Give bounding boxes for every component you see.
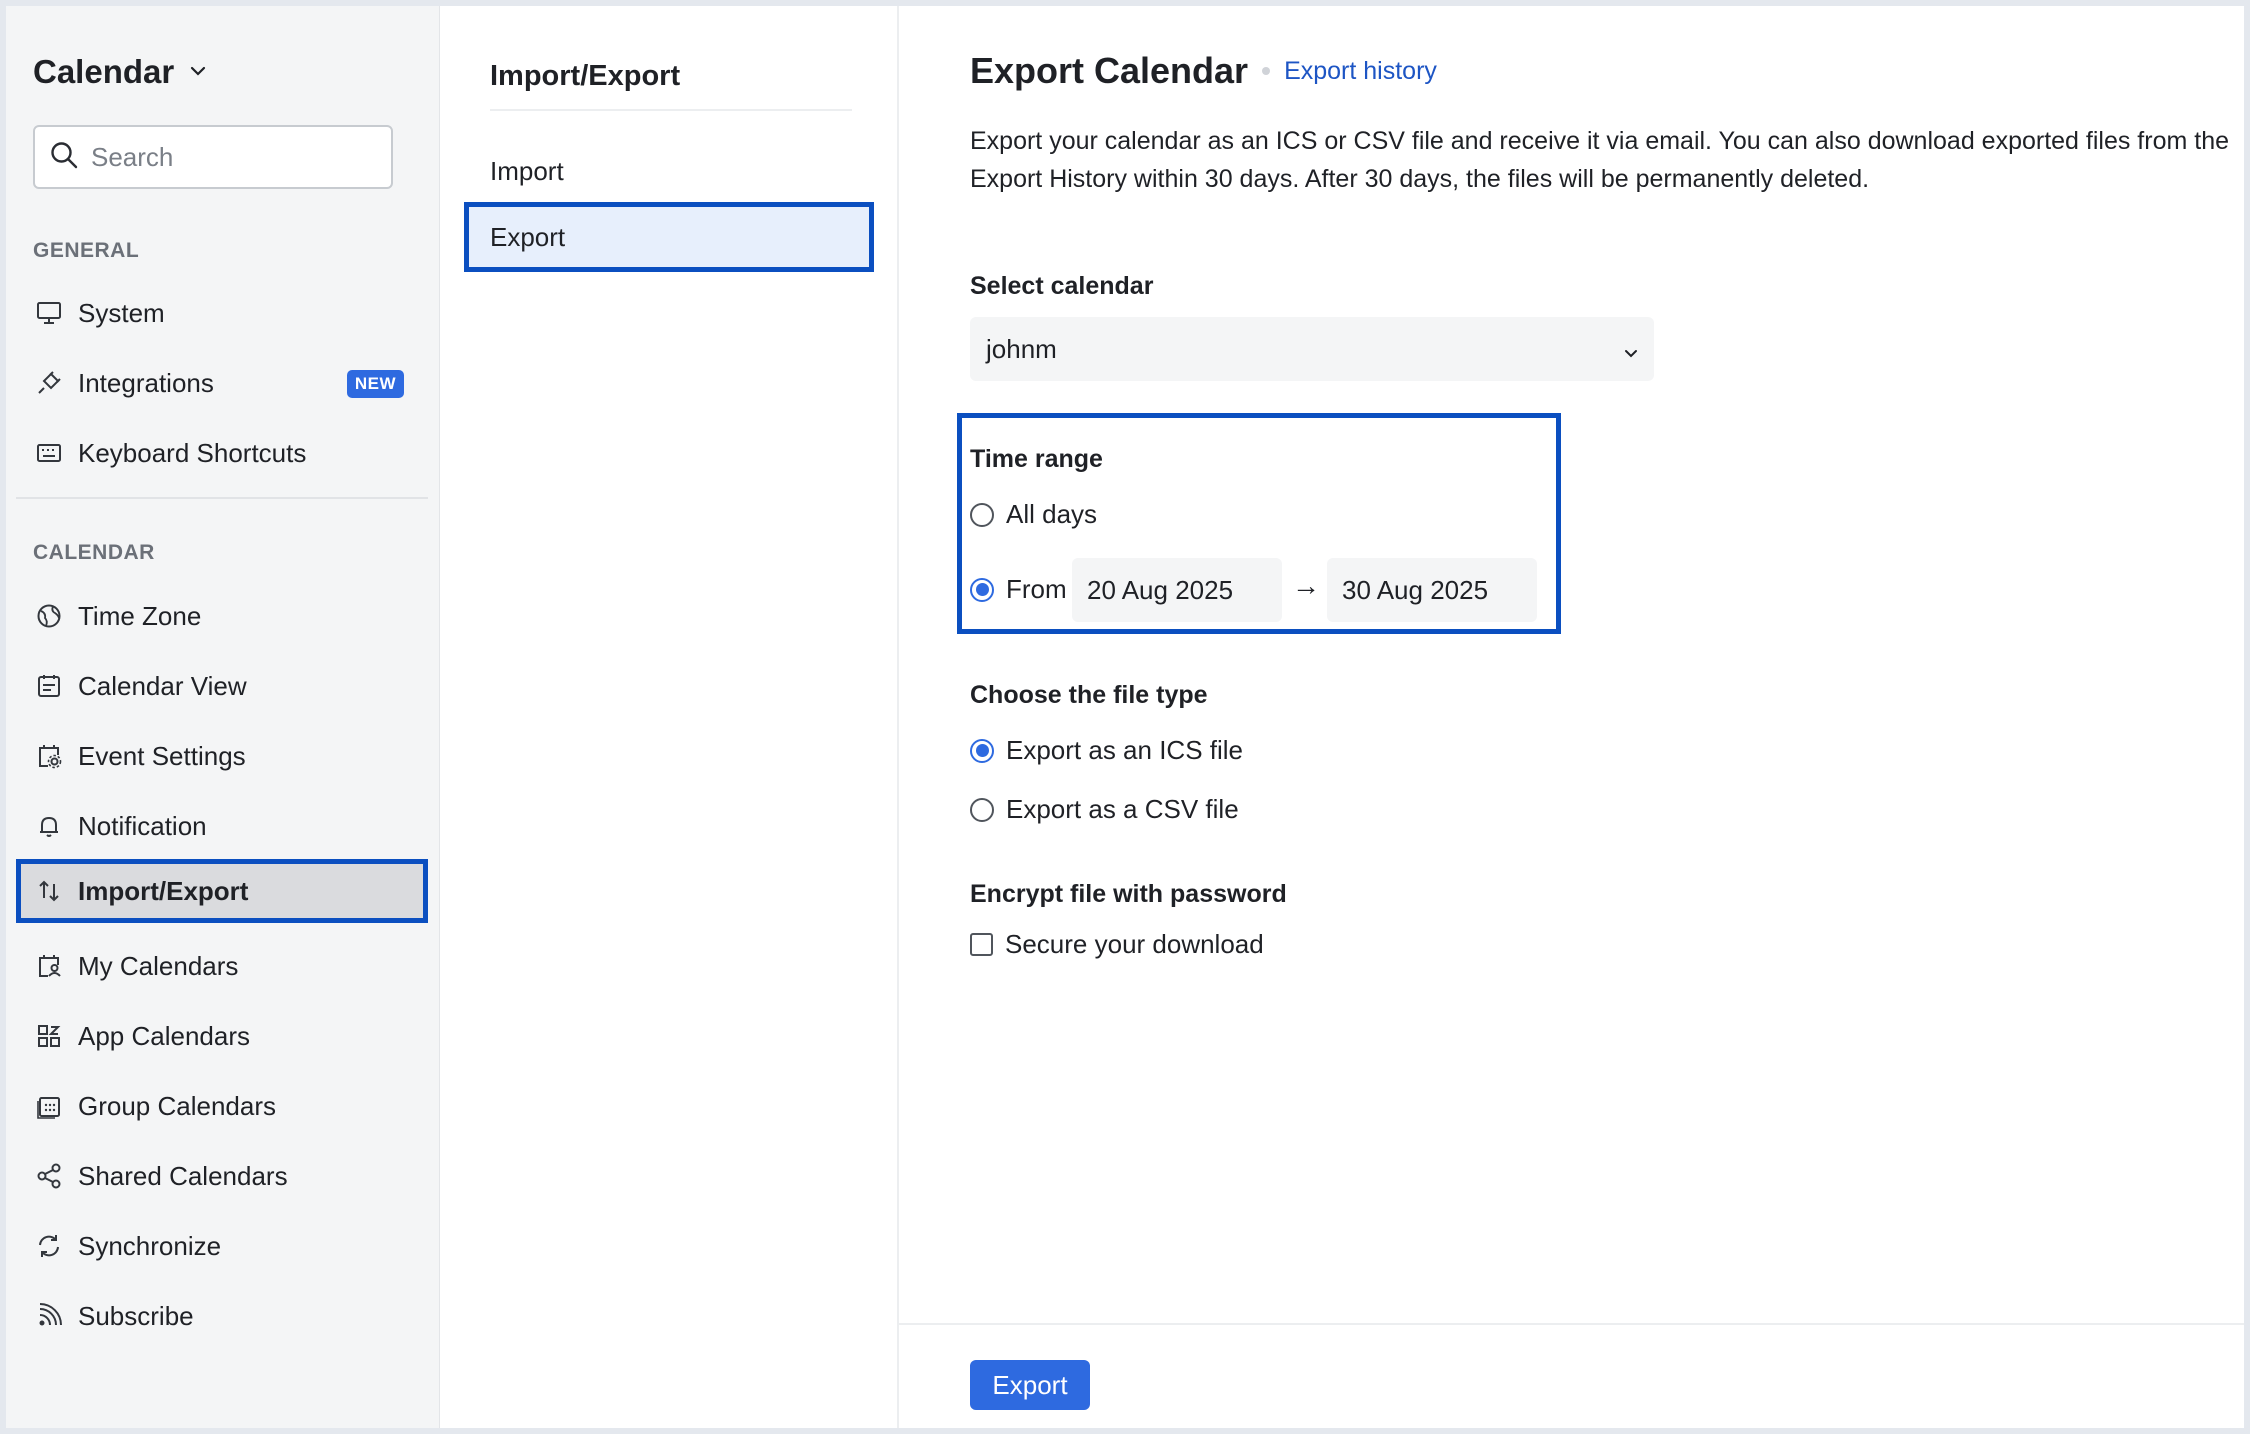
panel-header: Export Calendar Export history [970, 50, 1437, 92]
export-history-link[interactable]: Export history [1284, 57, 1437, 86]
general-heading: GENERAL [33, 239, 140, 262]
sidebar-divider [16, 497, 428, 499]
search-input[interactable] [91, 141, 381, 173]
encrypt-label: Encrypt file with password [970, 880, 1287, 908]
sidebar-item-label: Calendar View [78, 670, 247, 701]
footer-divider [899, 1323, 2244, 1325]
sidebar-item-calendar-view[interactable]: Calendar View [16, 654, 428, 718]
import-export-icon [36, 878, 62, 904]
share-icon [36, 1163, 62, 1189]
sub-nav-export[interactable]: Export [464, 202, 874, 272]
sidebar-item-group-calendars[interactable]: Group Calendars [16, 1074, 428, 1138]
sidebar-item-import-export[interactable]: Import/Export [16, 859, 428, 923]
export-panel: Export Calendar Export history Export yo… [899, 6, 2244, 1428]
sidebar-item-notification[interactable]: Notification [16, 794, 428, 858]
csv-label: Export as a CSV file [1006, 794, 1239, 824]
sub-nav-divider [490, 109, 852, 111]
calendar-select[interactable]: johnm [970, 317, 1654, 381]
sidebar-item-label: Keyboard Shortcuts [78, 437, 307, 468]
sidebar-item-shared-calendars[interactable]: Shared Calendars [16, 1144, 428, 1208]
bell-icon [36, 813, 62, 839]
export-button[interactable]: Export [970, 1360, 1090, 1410]
sidebar-item-label: My Calendars [78, 950, 239, 981]
sidebar-item-label: Time Zone [78, 600, 202, 631]
sidebar-item-subscribe[interactable]: Subscribe [16, 1284, 428, 1348]
sub-nav-label: Export [490, 221, 566, 252]
app-calendars-icon [36, 1023, 62, 1049]
rss-icon [36, 1303, 62, 1329]
sub-nav-title: Import/Export [490, 60, 681, 92]
secure-download-option[interactable]: Secure your download [970, 929, 1264, 960]
search-box[interactable] [33, 125, 393, 189]
chevron-down-icon [190, 63, 206, 81]
ics-radio[interactable] [970, 738, 994, 763]
sidebar-item-app-calendars[interactable]: App Calendars [16, 1004, 428, 1068]
monitor-icon [36, 300, 62, 326]
sub-nav-import[interactable]: Import [464, 136, 874, 206]
sidebar-item-time-zone[interactable]: Time Zone [16, 584, 428, 648]
separator-dot [1262, 67, 1271, 75]
all-days-option[interactable]: All days [970, 499, 1097, 530]
page-title: Export Calendar [970, 50, 1249, 91]
sync-icon [36, 1233, 62, 1259]
keyboard-icon [36, 440, 62, 466]
ics-label: Export as an ICS file [1006, 735, 1243, 765]
app-title: Calendar [33, 53, 175, 90]
secure-download-checkbox[interactable] [970, 933, 993, 956]
sidebar-item-label: System [78, 297, 165, 328]
sidebar-item-label: Group Calendars [78, 1090, 276, 1121]
file-type-label: Choose the file type [970, 681, 1208, 709]
globe-icon [36, 603, 62, 629]
sidebar-item-my-calendars[interactable]: My Calendars [16, 934, 428, 998]
ics-option[interactable]: Export as an ICS file [970, 735, 1243, 766]
sub-nav-label: Import [490, 155, 564, 186]
group-calendars-icon [36, 1093, 62, 1119]
sidebar-item-system[interactable]: System [16, 281, 428, 345]
sidebar-item-label: Integrations [78, 367, 214, 398]
sidebar-item-synchronize[interactable]: Synchronize [16, 1214, 428, 1278]
time-range-label: Time range [970, 445, 1103, 473]
calendar-select-value: johnm [986, 333, 1057, 364]
my-calendars-icon [36, 953, 62, 979]
export-description: Export your calendar as an ICS or CSV fi… [970, 127, 2230, 193]
all-days-radio[interactable] [970, 502, 994, 527]
sidebar-item-event-settings[interactable]: Event Settings [16, 724, 428, 788]
event-settings-icon [36, 743, 62, 769]
sidebar-item-label: Shared Calendars [78, 1160, 288, 1191]
from-radio[interactable] [970, 577, 994, 602]
sub-navigation: Import/Export Import Export [440, 6, 899, 1428]
sidebar-item-label: Import/Export [78, 875, 249, 906]
plug-icon [36, 370, 62, 396]
sidebar-item-integrations[interactable]: Integrations NEW [16, 351, 428, 415]
to-date-field[interactable]: 30 Aug 2025 [1327, 558, 1537, 622]
from-label: From [1006, 574, 1067, 604]
app-window: Calendar GENERAL System Integrations NEW [6, 6, 2244, 1428]
chevron-down-icon [1624, 334, 1638, 365]
all-days-label: All days [1006, 499, 1098, 529]
sidebar-item-label: Synchronize [78, 1230, 222, 1261]
new-badge: NEW [346, 370, 404, 398]
sidebar-item-label: Notification [78, 810, 207, 841]
select-calendar-label: Select calendar [970, 272, 1154, 300]
csv-option[interactable]: Export as a CSV file [970, 794, 1239, 825]
sidebar-item-label: App Calendars [78, 1020, 250, 1051]
from-option[interactable]: From [970, 574, 1067, 605]
sidebar-item-keyboard-shortcuts[interactable]: Keyboard Shortcuts [16, 421, 428, 485]
arrow-right-icon: → [1292, 570, 1320, 601]
app-switcher[interactable]: Calendar [33, 48, 206, 96]
calendar-heading: CALENDAR [33, 541, 155, 564]
secure-download-label: Secure your download [1005, 929, 1264, 959]
calendar-view-icon [36, 673, 62, 699]
sidebar-item-label: Subscribe [78, 1300, 194, 1331]
to-date-value: 30 Aug 2025 [1342, 574, 1489, 605]
from-date-field[interactable]: 20 Aug 2025 [1072, 558, 1282, 622]
sidebar: Calendar GENERAL System Integrations NEW [6, 6, 440, 1428]
sidebar-item-label: Event Settings [78, 740, 246, 771]
from-date-value: 20 Aug 2025 [1087, 574, 1234, 605]
search-icon [49, 140, 79, 175]
csv-radio[interactable] [970, 797, 994, 822]
